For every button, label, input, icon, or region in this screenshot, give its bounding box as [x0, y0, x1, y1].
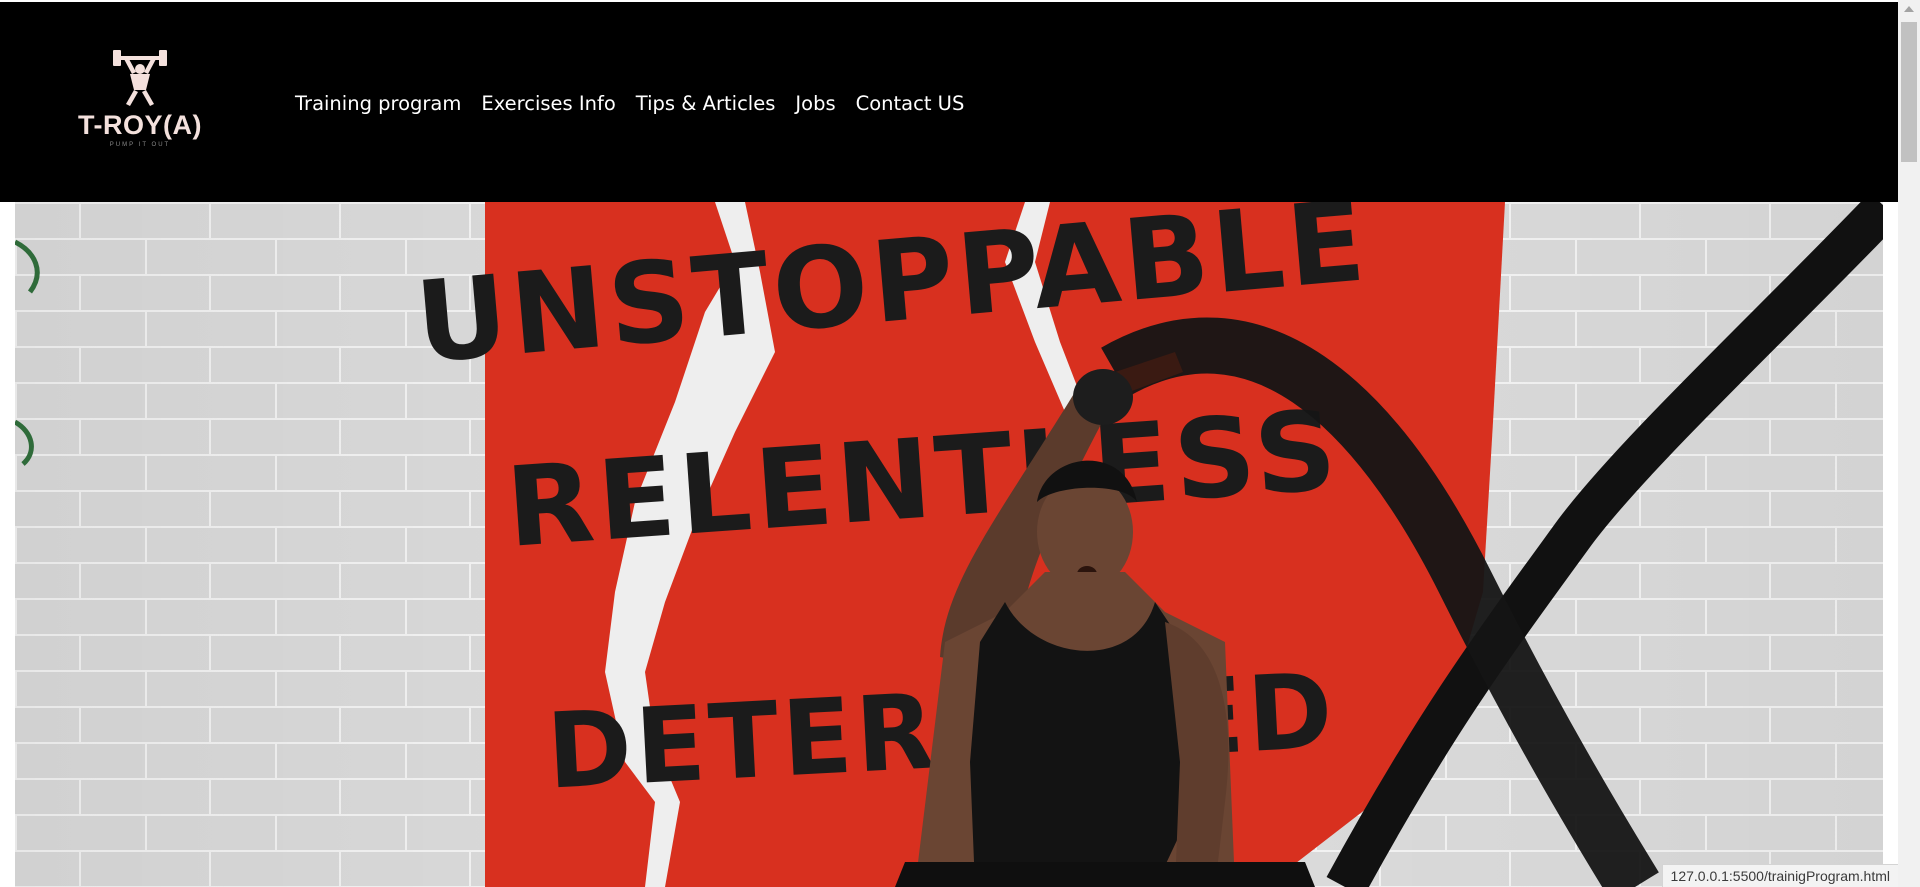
site-header: T-ROY(A) PUMP IT OUT Training program Ex… [0, 2, 1898, 202]
nav-item-jobs[interactable]: Jobs [795, 92, 835, 115]
weightlifter-icon [113, 50, 167, 106]
vertical-scrollbar[interactable] [1898, 0, 1920, 887]
main-nav: Training program Exercises Info Tips & A… [295, 92, 964, 115]
brand-name: T-ROY(A) [78, 110, 202, 140]
scroll-thumb[interactable] [1901, 22, 1917, 162]
nav-item-exercises-info[interactable]: Exercises Info [481, 92, 615, 115]
nav-item-contact-us[interactable]: Contact US [856, 92, 965, 115]
nav-item-tips-articles[interactable]: Tips & Articles [636, 92, 776, 115]
brand-logo[interactable]: T-ROY(A) PUMP IT OUT [72, 50, 208, 156]
mural-text: UNSTOPPABLERELENTLESSDETERMINED [411, 202, 1373, 813]
hero-photo: UNSTOPPABLERELENTLESSDETERMINED [15, 202, 1883, 887]
brand-tagline: PUMP IT OUT [109, 142, 171, 148]
page: T-ROY(A) PUMP IT OUT Training program Ex… [0, 0, 1920, 887]
nav-item-training-program[interactable]: Training program [295, 92, 461, 115]
scroll-up-arrow-icon[interactable] [1904, 6, 1914, 12]
status-bar-url: 127.0.0.1:5500/trainigProgram.html [1661, 864, 1898, 887]
hero-image: UNSTOPPABLERELENTLESSDETERMINED [15, 202, 1883, 887]
